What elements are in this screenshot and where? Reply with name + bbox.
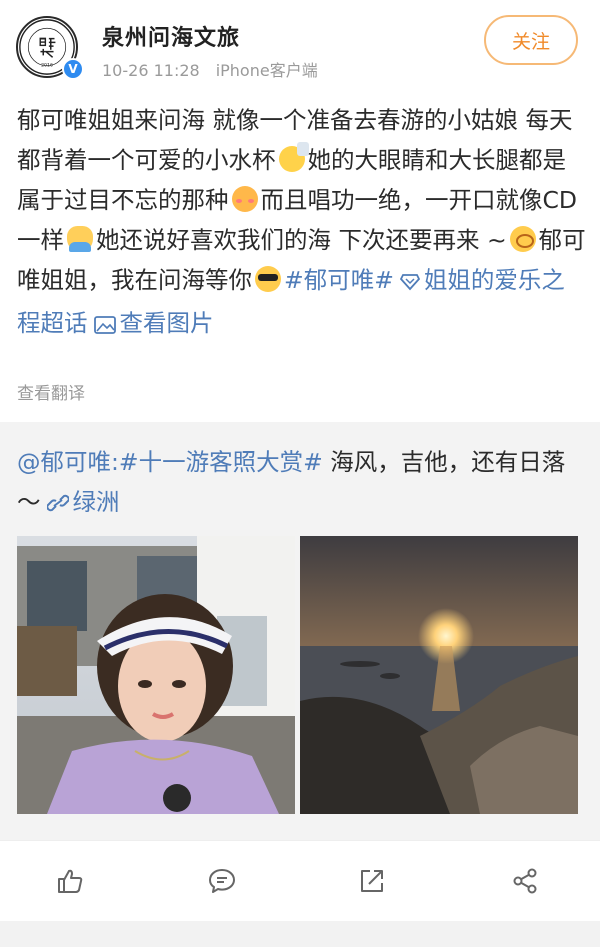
post-header: 2016 V 泉州问海文旅 10-26 11:28 iPhone客户端 关注 [0,0,600,96]
location-link-icon [45,485,70,525]
view-image-link[interactable]: 查看图片 [120,309,214,337]
shy-smile-emoji-icon [231,186,258,212]
repost-icon [361,870,383,892]
dizzy-emoji-icon [509,226,536,252]
post-source: iPhone客户端 [215,61,318,80]
comment-button[interactable] [202,861,242,901]
bottom-spacer [0,921,600,947]
repost-button[interactable] [352,861,392,901]
post-meta: 10-26 11:28 iPhone客户端 [102,57,318,81]
water-cup-emoji-icon [278,142,309,172]
repost-block[interactable]: @郁可唯:#十一游客照大赏# 海风，吉他，还有日落～ 绿洲 [0,422,600,840]
comment-icon [209,869,235,893]
username[interactable]: 泉州问海文旅 [102,20,240,52]
supertopic-diamond-icon [399,263,420,303]
hug-emoji-icon [67,226,93,252]
svg-text:2016: 2016 [41,63,53,69]
selfie-photo[interactable] [17,536,295,814]
mention-link[interactable]: @郁可唯: [17,448,119,476]
location-link[interactable]: 绿洲 [73,488,120,516]
follow-button[interactable]: 关注 [484,15,578,65]
share-button[interactable] [505,861,545,901]
translate-link[interactable]: 查看翻译 [17,379,85,404]
like-icon [58,869,83,893]
like-button[interactable] [50,861,90,901]
action-bar [0,841,600,921]
post-text-segment: 她还说好喜欢我们的海 下次还要再来 ~ [96,226,507,254]
hashtag-link[interactable]: #郁可唯# [284,266,394,294]
post-body: 郁可唯姐姐来问海 就像一个准备去春游的小姑娘 每天都背着一个可爱的小水杯 她的大眼… [17,100,587,346]
sunset-sea-photo[interactable] [300,536,578,814]
verified-badge-icon: V [62,58,84,80]
topic-link[interactable]: #十一游客照大赏# [119,448,323,476]
image-icon [93,306,116,346]
sunglasses-emoji-icon [255,266,281,292]
share-icon [513,868,537,894]
post-time: 10-26 11:28 [102,61,200,80]
repost-text: @郁可唯:#十一游客照大赏# 海风，吉他，还有日落～ 绿洲 [17,442,587,525]
